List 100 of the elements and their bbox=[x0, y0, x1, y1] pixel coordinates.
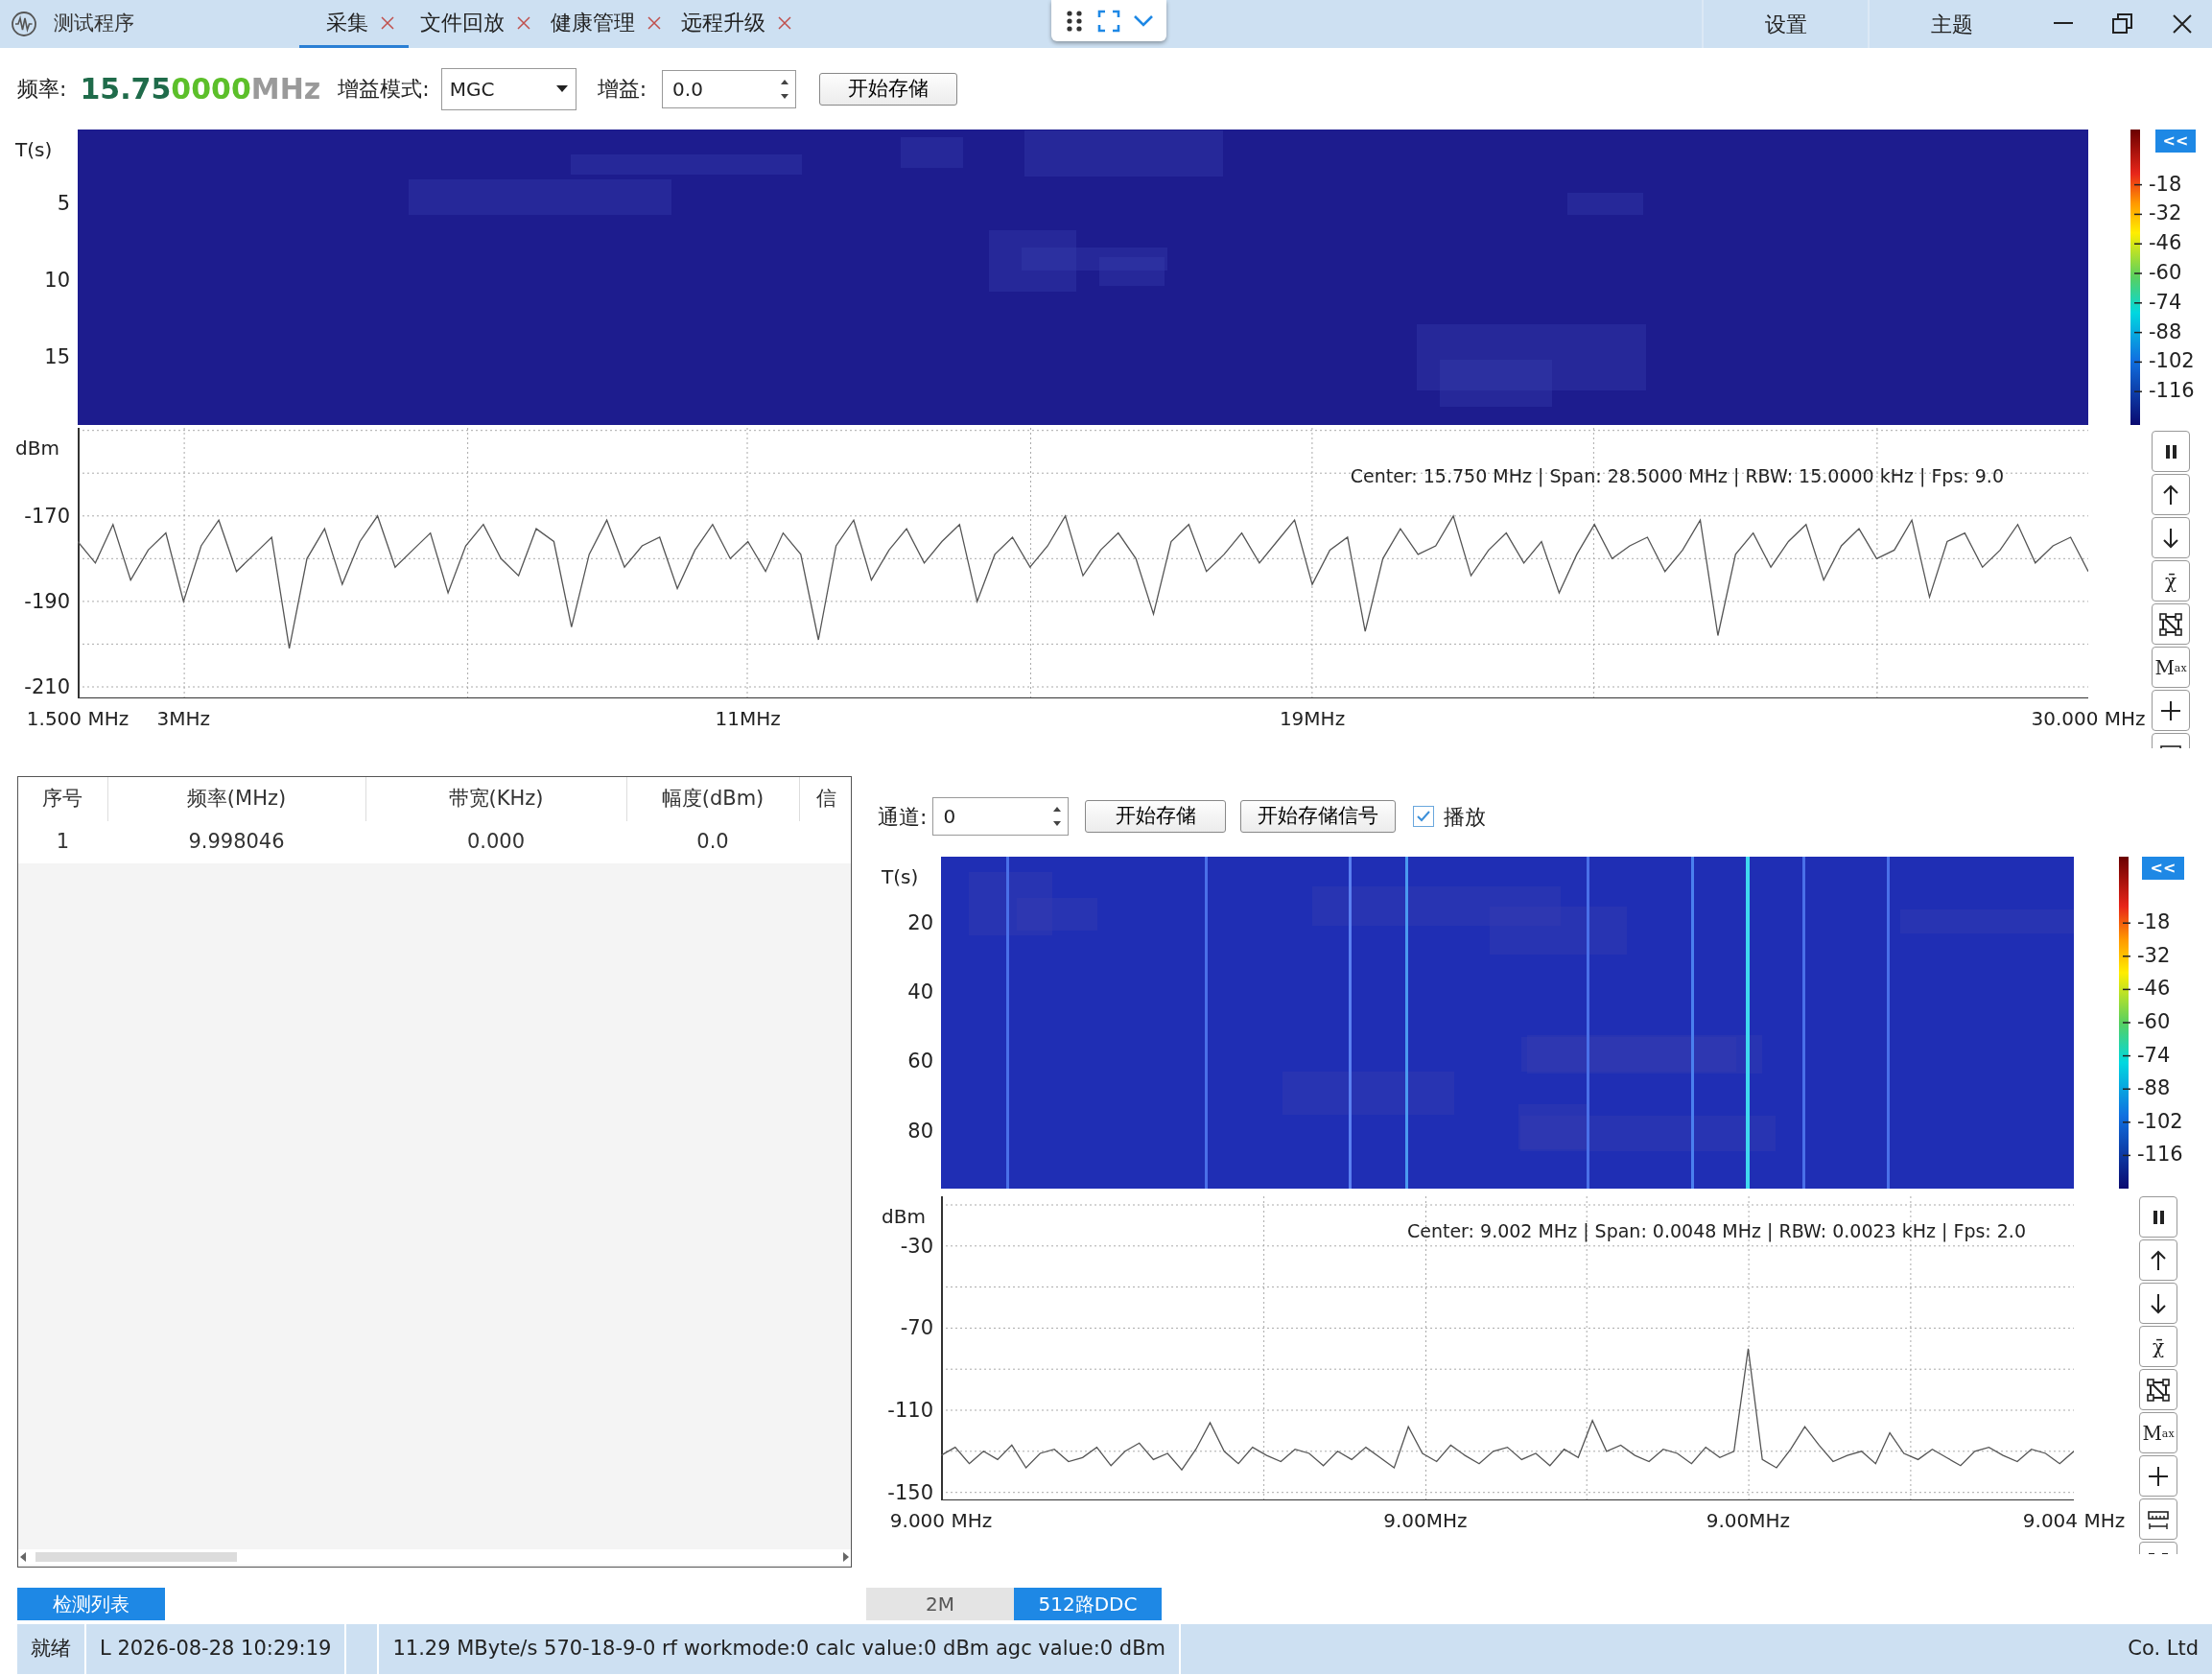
column-header[interactable]: 幅度(dBm) bbox=[626, 777, 799, 821]
plus-icon bbox=[2147, 1464, 2170, 1488]
checkmark-icon bbox=[1416, 809, 1432, 824]
axis-title: T(s) bbox=[15, 137, 53, 163]
axis-label: -30 bbox=[900, 1236, 933, 1257]
column-header[interactable]: 序号 bbox=[18, 777, 107, 821]
spectrum-info: Center: 15.750 MHz | Span: 28.5000 MHz | RBW: 15.0000 kHz | Fps: 9.0 bbox=[1350, 464, 2004, 489]
up-button[interactable] bbox=[2152, 474, 2190, 515]
spectrum-info: Center: 9.002 MHz | Span: 0.0048 MHz | RBW: 0.0023 kHz | Fps: 2.0 bbox=[1407, 1219, 2026, 1244]
play-checkbox[interactable] bbox=[1413, 806, 1435, 827]
mean-button[interactable]: χ̄ bbox=[2139, 1326, 2177, 1367]
axis-label: 30.000 MHz bbox=[2031, 706, 2146, 732]
status-text: 11.29 MByte/s 570-18-9-0 rf workmode:0 calc value:0 dBm agc value:0 dBm bbox=[392, 1636, 1166, 1663]
start-storage-button[interactable]: 开始存储 bbox=[819, 72, 958, 106]
axis-label: 80 bbox=[907, 1121, 933, 1142]
add-button[interactable] bbox=[2152, 690, 2190, 731]
axis-label: 1.500 MHz bbox=[26, 706, 129, 732]
colorbar-label: -18 bbox=[2137, 909, 2171, 936]
mean-button[interactable]: χ̄ bbox=[2152, 560, 2190, 602]
gain-mode-label: 增益模式: bbox=[338, 76, 430, 103]
colorbar-label: -46 bbox=[2149, 230, 2182, 257]
table-cell: 9.998046 bbox=[107, 821, 365, 863]
axis-label: -190 bbox=[24, 591, 70, 612]
axis-label: 9.00MHz bbox=[1383, 1508, 1468, 1534]
chevron-down-icon[interactable] bbox=[1133, 13, 1155, 28]
colorbar-label: -102 bbox=[2149, 348, 2195, 375]
zoom-box-icon bbox=[2159, 612, 2182, 636]
play-label: 播放 bbox=[1444, 803, 1487, 831]
gain-mode-select[interactable]: MGC bbox=[440, 67, 577, 110]
app-icon bbox=[10, 10, 38, 38]
company-name: Co. Ltd bbox=[2128, 1636, 2199, 1663]
axis-title: T(s) bbox=[882, 864, 919, 890]
axis-title: dBm bbox=[15, 436, 59, 461]
up-button[interactable] bbox=[2139, 1239, 2177, 1281]
channel-spinbox[interactable]: 0 bbox=[932, 797, 1070, 836]
ruler-button[interactable] bbox=[2139, 1498, 2177, 1540]
zoom-box-icon bbox=[2147, 1378, 2170, 1402]
panel-tab[interactable]: 检测列表 bbox=[17, 1588, 165, 1620]
axis-label: -170 bbox=[24, 506, 70, 527]
axis-label: 60 bbox=[907, 1050, 933, 1072]
gain-label: 增益: bbox=[597, 76, 647, 103]
axis-label: -150 bbox=[887, 1482, 933, 1503]
window-tab[interactable]: 远程升级 bbox=[673, 0, 800, 48]
panel-tab[interactable]: 2M bbox=[866, 1588, 1014, 1620]
axis-title: dBm bbox=[882, 1204, 926, 1230]
status-text: L 2026-08-28 10:29:19 bbox=[100, 1636, 332, 1663]
pause-button[interactable] bbox=[2139, 1196, 2177, 1238]
pause-button[interactable] bbox=[2152, 431, 2190, 472]
zoom-button[interactable] bbox=[2139, 1369, 2177, 1410]
axis-label: -70 bbox=[900, 1317, 933, 1338]
window-tab[interactable]: 采集 bbox=[299, 0, 409, 48]
horizontal-scrollbar[interactable] bbox=[18, 1549, 851, 1565]
app-title: 测试程序 bbox=[54, 11, 134, 37]
collapse-button[interactable]: << bbox=[2142, 857, 2184, 880]
table-cell: 0.000 bbox=[365, 821, 626, 863]
plus-icon bbox=[2159, 698, 2182, 722]
axis-label: 15 bbox=[44, 346, 70, 367]
colorbar-label: -74 bbox=[2137, 1042, 2171, 1069]
collapse-button[interactable]: << bbox=[2155, 130, 2196, 153]
colorbar-label: -60 bbox=[2149, 260, 2182, 287]
axis-label: -210 bbox=[24, 676, 70, 697]
column-header[interactable]: 信 bbox=[799, 777, 851, 821]
axis-label: 10 bbox=[44, 270, 70, 291]
channel-label: 通道: bbox=[878, 803, 928, 831]
colorbar-label: -88 bbox=[2137, 1075, 2171, 1102]
frequency-value: 15.750000MHz bbox=[80, 71, 321, 107]
gain-spinbox[interactable]: 0.0 bbox=[662, 69, 797, 108]
status-text: 就绪 bbox=[31, 1636, 71, 1663]
window-tab[interactable]: 文件回放 bbox=[412, 0, 539, 48]
window-tab[interactable]: 健康管理 bbox=[543, 0, 670, 48]
column-header[interactable]: 带宽(KHz) bbox=[365, 777, 626, 821]
axis-label: 40 bbox=[907, 981, 933, 1003]
axis-label: 20 bbox=[907, 912, 933, 933]
down-button[interactable] bbox=[2139, 1283, 2177, 1324]
add-button[interactable] bbox=[2139, 1455, 2177, 1497]
axis-label: 9.004 MHz bbox=[2022, 1508, 2126, 1534]
colorbar-label: -32 bbox=[2149, 201, 2182, 227]
table-cell: 1 bbox=[18, 821, 107, 863]
axis-label: 11MHz bbox=[715, 706, 781, 732]
colorbar-label: -18 bbox=[2149, 171, 2182, 198]
down-button[interactable] bbox=[2152, 517, 2190, 558]
panel-tab[interactable]: 512路DDC bbox=[1014, 1588, 1162, 1620]
zoom-button[interactable] bbox=[2152, 603, 2190, 645]
column-header[interactable]: 频率(MHz) bbox=[107, 777, 365, 821]
colorbar-label: -102 bbox=[2137, 1109, 2183, 1136]
scroll-right-icon[interactable] bbox=[841, 1551, 851, 1563]
storage-button[interactable]: 开始存储 bbox=[1085, 800, 1227, 833]
frequency-label: 频率: bbox=[17, 76, 67, 103]
scroll-left-icon[interactable] bbox=[18, 1551, 28, 1563]
axis-label: 5 bbox=[57, 193, 70, 214]
colorbar-label: -60 bbox=[2137, 1009, 2171, 1036]
colorbar-label: -32 bbox=[2137, 943, 2171, 970]
axis-label: 3MHz bbox=[156, 706, 211, 732]
axis-label: 19MHz bbox=[1279, 706, 1346, 732]
colorbar-label: -116 bbox=[2149, 378, 2195, 405]
storage-button[interactable]: 开始存储信号 bbox=[1240, 800, 1397, 833]
restore-icon[interactable] bbox=[2110, 12, 2135, 36]
colorbar-label: -74 bbox=[2149, 290, 2182, 317]
fullscreen-icon[interactable] bbox=[1097, 9, 1120, 33]
caret-icon[interactable] bbox=[555, 84, 568, 93]
